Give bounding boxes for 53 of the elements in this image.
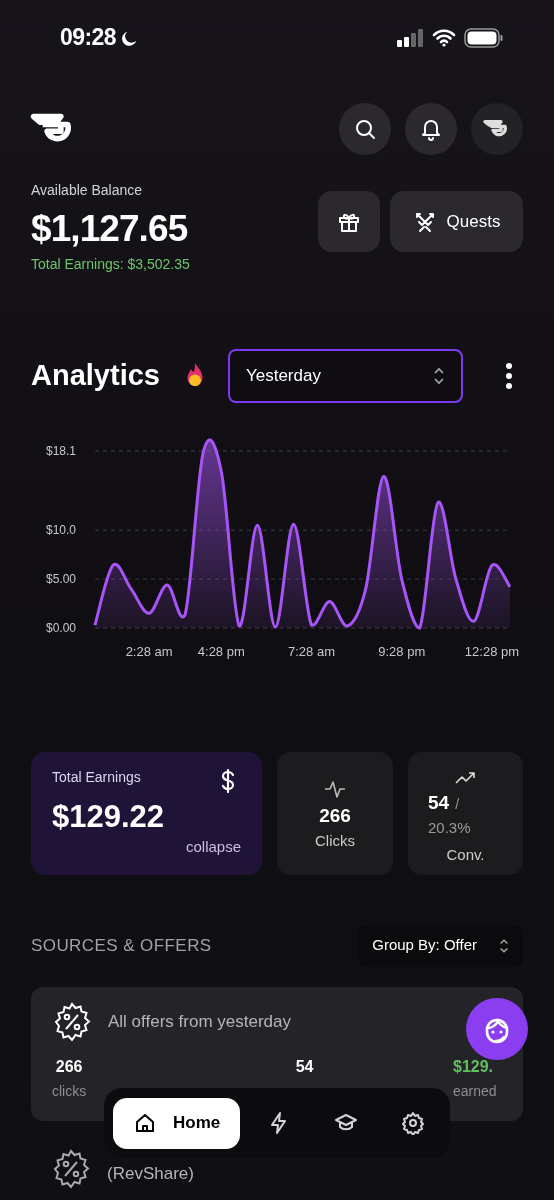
earned-amount: $129.: [453, 1056, 494, 1077]
separator: /: [455, 794, 460, 814]
discount-badge-icon: [51, 1148, 91, 1189]
y-tick-label: $10.0: [45, 522, 76, 537]
trend-up-icon: [454, 770, 477, 785]
earnings-value: $129.22: [52, 797, 165, 836]
conversions-label: Conv.: [446, 844, 485, 865]
search-button[interactable]: [339, 103, 391, 155]
section-title: SOURCES & OFFERS: [31, 934, 212, 957]
settings-icon: [400, 1111, 425, 1135]
group-by-select[interactable]: Group By: Offer: [358, 924, 523, 967]
clicks-label: clicks: [52, 1081, 87, 1101]
balance-amount: $1,127.65: [31, 209, 189, 250]
balance-label: Available Balance: [31, 181, 144, 200]
pulse-icon: [324, 778, 346, 799]
period-select[interactable]: Yesterday: [227, 348, 463, 403]
offer-title: All offers from yesterday: [108, 1010, 291, 1033]
more-button[interactable]: [504, 362, 514, 389]
notifications-button[interactable]: [405, 103, 457, 155]
wifi-icon: [432, 28, 456, 47]
x-tick-label: 12:28 pm: [464, 643, 520, 659]
x-tick-label: 9:28 pm: [378, 643, 426, 659]
x-tick-label: 4:28 pm: [197, 643, 245, 659]
x-tick-label: 7:28 am: [288, 643, 335, 659]
earned-label: earned: [453, 1081, 497, 1101]
chevron-updown-icon: [432, 366, 445, 385]
y-tick-label: $18.1: [45, 443, 76, 458]
conversion-rate: 20.3%: [428, 818, 471, 839]
conversions-count: 54: [295, 1056, 314, 1077]
earnings-label: Total Earnings: [52, 767, 141, 787]
conversions-value: 54: [428, 790, 450, 815]
collapse-link[interactable]: collapse: [185, 836, 241, 859]
quests-button[interactable]: Quests: [390, 191, 523, 252]
home-icon: [133, 1111, 157, 1135]
gift-button[interactable]: [318, 191, 380, 252]
clicks-count: 266: [55, 1056, 83, 1077]
y-tick-label: $5.00: [45, 571, 76, 586]
analytics-title: Analytics: [31, 357, 160, 393]
clicks-label: Clicks: [315, 831, 355, 852]
battery-icon: [464, 27, 504, 48]
clicks-value: 266: [319, 803, 351, 828]
offer-title: (RevShare): [107, 1163, 194, 1186]
y-tick-label: $0.00: [45, 620, 76, 635]
total-earnings: Total Earnings: $3,502.35: [31, 254, 190, 274]
x-tick-label: 2:28 am: [125, 643, 173, 659]
search-icon: [353, 117, 377, 141]
signal-icon: [396, 28, 424, 47]
nav-tab[interactable]: Home: [113, 1097, 241, 1149]
discount-badge-icon: [52, 1001, 92, 1042]
bell-icon: [419, 117, 443, 141]
chevron-updown-icon: [499, 937, 509, 954]
status-time: 09:28: [60, 23, 116, 53]
profile-button[interactable]: [471, 103, 523, 155]
